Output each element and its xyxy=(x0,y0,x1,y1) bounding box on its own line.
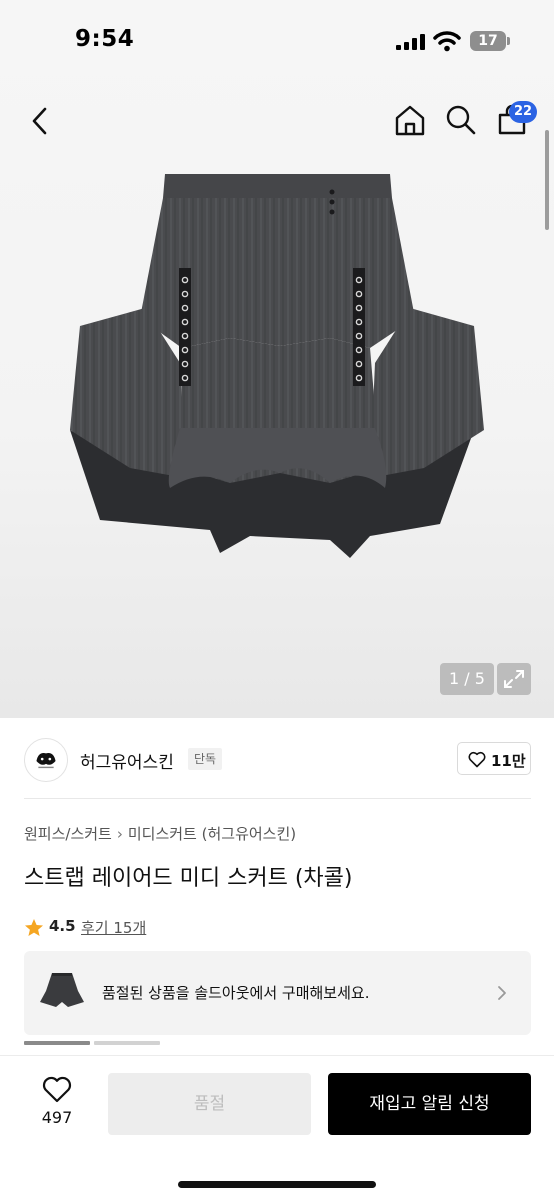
chevron-right-icon: › xyxy=(116,825,123,843)
battery-icon: 17 xyxy=(470,31,506,51)
brand-like-count: 11만 xyxy=(491,752,526,770)
brand-logo[interactable] xyxy=(24,738,68,782)
home-icon[interactable] xyxy=(393,103,427,137)
brand-like-button[interactable]: 11만 xyxy=(457,742,531,775)
review-link[interactable]: 후기 15개 xyxy=(81,917,146,938)
scrollbar xyxy=(545,130,549,230)
cart-count-badge: 22 xyxy=(509,101,537,123)
battery-nub xyxy=(507,37,510,45)
product-image xyxy=(70,174,484,558)
soldout-button: 품절 xyxy=(108,1073,311,1135)
image-counter: 1 / 5 xyxy=(440,663,494,695)
product-gallery[interactable]: 9:54 17 22 1 / 5 xyxy=(0,0,554,718)
breadcrumb-subcategory[interactable]: 미디스커트 (허그유어스킨) xyxy=(128,825,296,843)
soldout-banner-text: 품절된 상품을 솔드아웃에서 구매해보세요. xyxy=(102,984,370,1002)
section-tab-active[interactable] xyxy=(24,1041,90,1045)
skirt-thumbnail xyxy=(40,973,84,1007)
restock-alert-button[interactable]: 재입고 알림 신청 xyxy=(328,1073,531,1135)
wish-count: 497 xyxy=(41,1108,73,1127)
section-tab[interactable] xyxy=(94,1041,160,1045)
chevron-right-icon xyxy=(498,986,506,1000)
star-icon xyxy=(25,919,43,936)
expand-icon xyxy=(504,670,524,688)
wifi-icon xyxy=(433,31,461,52)
exclusive-tag: 단독 xyxy=(188,748,223,770)
fullscreen-button[interactable] xyxy=(497,663,531,695)
status-time: 9:54 xyxy=(75,26,135,52)
breadcrumb: 원피스/스커트 › 미디스커트 (허그유어스킨) xyxy=(24,823,296,844)
rating-value: 4.5 xyxy=(49,917,76,935)
product-detail-page: 9:54 17 22 1 / 5 허그유어스킨 단독 11만 원피스/스커트 ›… xyxy=(0,0,554,1200)
brand-name[interactable]: 허그유어스킨 xyxy=(80,748,174,773)
home-indicator xyxy=(178,1181,376,1188)
search-icon[interactable] xyxy=(444,103,478,137)
soldout-banner[interactable]: 품절된 상품을 솔드아웃에서 구매해보세요. xyxy=(24,951,531,1035)
divider xyxy=(24,798,531,799)
breadcrumb-category[interactable]: 원피스/스커트 xyxy=(24,825,112,843)
signal-icon xyxy=(396,34,425,50)
back-chevron-icon[interactable] xyxy=(26,104,56,138)
heart-outline-icon[interactable] xyxy=(42,1076,72,1103)
heart-outline-icon xyxy=(468,751,486,768)
status-bar: 9:54 17 xyxy=(0,0,554,84)
product-title: 스트랩 레이어드 미디 스커트 (차콜) xyxy=(24,866,353,891)
brand-logo-mark xyxy=(36,753,56,769)
